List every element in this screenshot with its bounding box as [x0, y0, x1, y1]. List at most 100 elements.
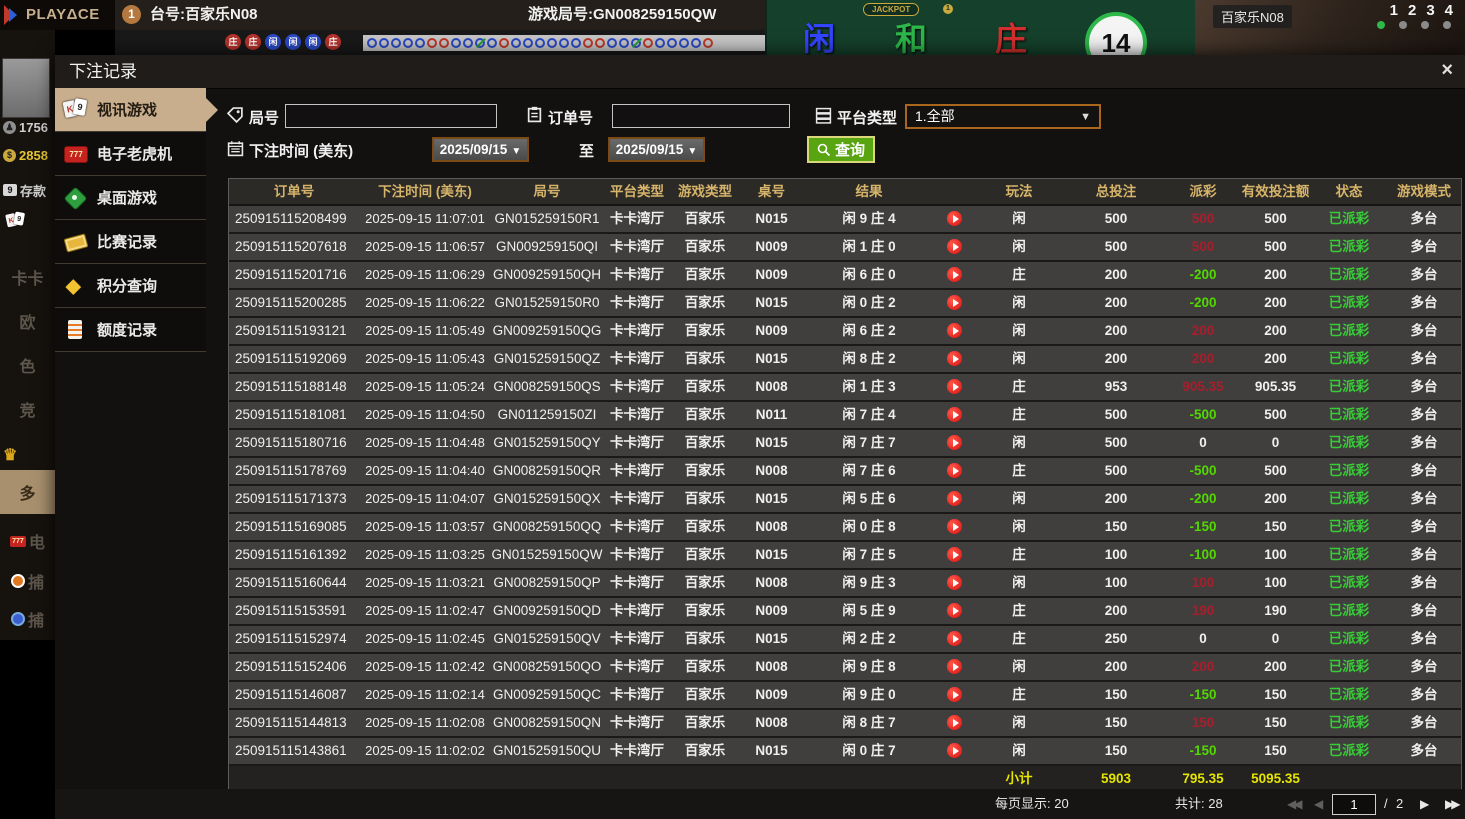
- table-cell: 250915115188148: [229, 374, 359, 400]
- replay-play-icon[interactable]: [947, 491, 962, 506]
- game-sidebar: ♟ 1756 $ 2858 9 存款 卡卡 欧 色 竞 ♛ 多 777 电 捕: [0, 30, 55, 819]
- nav-fragment-jing[interactable]: 竞: [0, 396, 55, 422]
- sidebar-item-cards[interactable]: 视讯游戏: [55, 88, 206, 132]
- deposit-row[interactable]: 9 存款: [0, 177, 55, 203]
- replay-play-icon[interactable]: [947, 603, 962, 618]
- query-button[interactable]: 查询: [807, 136, 875, 163]
- nav-fragment-se[interactable]: 色: [0, 352, 55, 378]
- table-row: 2509151151920692025-09-15 11:05:43GN0152…: [229, 346, 1461, 374]
- page-number-input[interactable]: 1: [1332, 794, 1376, 815]
- replay-play-icon[interactable]: [947, 715, 962, 730]
- replay-play-icon[interactable]: [947, 687, 962, 702]
- seat-numbers: 1234: [1390, 2, 1453, 19]
- table-cell: 2025-09-15 11:06:29: [359, 262, 491, 288]
- table-cell: 200: [1238, 654, 1313, 680]
- table-cell: 2025-09-15 11:05:43: [359, 346, 491, 372]
- prev-page-button[interactable]: ◀: [1314, 789, 1320, 819]
- sidebar-item-ticket[interactable]: 比赛记录: [55, 220, 206, 264]
- bet-zone-tie[interactable]: 和: [895, 14, 927, 55]
- table-cell: 250915115153591: [229, 598, 359, 624]
- sidebar-item-table[interactable]: 桌面游戏: [55, 176, 206, 220]
- table-cell: 多台: [1385, 318, 1463, 344]
- table-cell: 闲: [974, 206, 1064, 232]
- nav-fragment-kaka[interactable]: 卡卡: [0, 264, 55, 290]
- slots-row[interactable]: 777 电: [0, 528, 55, 554]
- deposit-label: 存款: [20, 181, 46, 200]
- user-icon: ♟: [3, 121, 16, 134]
- sidebar-item-diamond[interactable]: 积分查询: [55, 264, 206, 308]
- replay-play-icon[interactable]: [947, 435, 962, 450]
- replay-play-icon[interactable]: [947, 519, 962, 534]
- seat-number: 1: [1390, 2, 1398, 19]
- sidebar-item-slot[interactable]: 电子老虎机: [55, 132, 206, 176]
- table-cell: N008: [739, 710, 804, 736]
- replay-play-icon[interactable]: [947, 631, 962, 646]
- date-from-picker[interactable]: 2025/09/15▼: [432, 137, 529, 162]
- fishing-row-2[interactable]: 捕: [0, 606, 55, 632]
- road-dot: [391, 38, 401, 48]
- table-cell: GN009259150QI: [491, 234, 603, 260]
- table-cell: 190: [1238, 598, 1313, 624]
- total-pages-label: 2: [1396, 789, 1403, 819]
- bead-marker: 闲: [265, 34, 281, 50]
- nav-fragment-duo[interactable]: 多: [0, 470, 55, 514]
- bet-zone-banker[interactable]: 庄: [995, 14, 1027, 55]
- payout-cell: 100: [1168, 570, 1238, 596]
- replay-play-icon[interactable]: [947, 659, 962, 674]
- road-dot: [379, 38, 389, 48]
- road-dot: [415, 38, 425, 48]
- order-filter-input[interactable]: [612, 104, 790, 128]
- sidebar-item-doc[interactable]: 额度记录: [55, 308, 206, 352]
- replay-play-icon[interactable]: [947, 575, 962, 590]
- replay-play-icon[interactable]: [947, 267, 962, 282]
- replay-play-icon[interactable]: [947, 323, 962, 338]
- table-cell: 200: [1064, 318, 1168, 344]
- payout-cell: -150: [1168, 514, 1238, 540]
- table-cell: 百家乐: [671, 710, 739, 736]
- seat-number: 4: [1445, 2, 1453, 19]
- column-header: 桌号: [739, 179, 804, 204]
- replay-play-icon[interactable]: [947, 743, 962, 758]
- close-icon[interactable]: ×: [1441, 59, 1453, 82]
- fishing-row-1[interactable]: 捕: [0, 568, 55, 594]
- status-badge: 已派彩: [1313, 430, 1385, 456]
- table-cell: 250915115201716: [229, 262, 359, 288]
- table-cell: 2025-09-15 11:03:57: [359, 514, 491, 540]
- replay-play-icon[interactable]: [947, 239, 962, 254]
- column-header: [934, 179, 974, 204]
- replay-play-icon[interactable]: [947, 463, 962, 478]
- replay-play-icon[interactable]: [947, 379, 962, 394]
- table-cell: 2025-09-15 11:03:21: [359, 570, 491, 596]
- table-cell: 多台: [1385, 542, 1463, 568]
- modal-title-bar: 下注记录 ×: [55, 55, 1465, 89]
- status-badge: 已派彩: [1313, 682, 1385, 708]
- replay-play-icon[interactable]: [947, 295, 962, 310]
- trophy-row[interactable]: ♛: [0, 442, 55, 468]
- round-filter-input[interactable]: [285, 104, 497, 128]
- video-table-label: 百家乐N08: [1213, 5, 1292, 28]
- status-badge: 已派彩: [1313, 458, 1385, 484]
- video-games-row[interactable]: [0, 208, 55, 234]
- next-page-button[interactable]: ▶: [1420, 789, 1426, 819]
- replay-play-icon[interactable]: [947, 547, 962, 562]
- table-number-label: 台号:百家乐N08: [150, 0, 258, 30]
- replay-play-icon[interactable]: [947, 211, 962, 226]
- last-page-button[interactable]: ▶▶: [1445, 789, 1457, 819]
- platform-select[interactable]: 1.全部 ▼: [905, 104, 1101, 129]
- date-to-picker[interactable]: 2025/09/15▼: [608, 137, 705, 162]
- replay-play-icon[interactable]: [947, 351, 962, 366]
- bet-zone-player[interactable]: 闲: [803, 14, 835, 55]
- status-badge: 已派彩: [1313, 570, 1385, 596]
- avatar[interactable]: [2, 58, 50, 118]
- first-page-button[interactable]: ◀◀: [1287, 789, 1299, 819]
- table-cell: 多台: [1385, 374, 1463, 400]
- road-dot: [475, 38, 485, 48]
- table-cell: 闲: [974, 486, 1064, 512]
- nav-fragment-europe[interactable]: 欧: [0, 308, 55, 334]
- road-dot: [511, 38, 521, 48]
- replay-play-icon[interactable]: [947, 407, 962, 422]
- column-header: 总投注: [1064, 179, 1168, 204]
- road-dot: [499, 38, 509, 48]
- table-row: 2509151151881482025-09-15 11:05:24GN0082…: [229, 374, 1461, 402]
- table-cell: 多台: [1385, 710, 1463, 736]
